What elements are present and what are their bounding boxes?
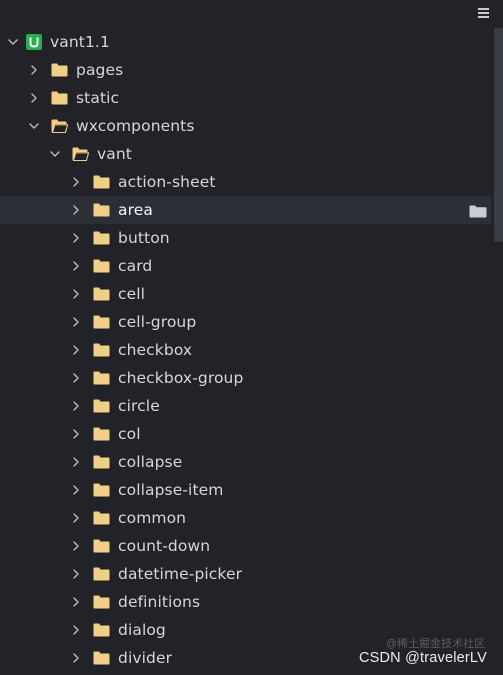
- reveal-in-folder-icon[interactable]: [469, 204, 487, 218]
- tree-item-label: wxcomponents: [76, 117, 195, 135]
- folder-icon: [51, 91, 68, 105]
- tree-item-label: collapse: [118, 453, 183, 471]
- tree-item-label: area: [118, 201, 153, 219]
- tree-item-card[interactable]: card: [0, 252, 491, 280]
- chevron-right-icon[interactable]: [70, 428, 82, 440]
- folder-icon: [93, 175, 110, 189]
- tree-item-label: button: [118, 229, 170, 247]
- folder-icon: [93, 567, 110, 581]
- tree-item-cell[interactable]: cell: [0, 280, 491, 308]
- folder-icon: [93, 511, 110, 525]
- folder-icon: [93, 287, 110, 301]
- chevron-right-icon[interactable]: [70, 260, 82, 272]
- tree-item-label: common: [118, 509, 187, 527]
- tree-item-common[interactable]: common: [0, 504, 491, 532]
- chevron-right-icon[interactable]: [70, 344, 82, 356]
- tree-item-checkbox-group[interactable]: checkbox-group: [0, 364, 491, 392]
- tree-item-datetime-picker[interactable]: datetime-picker: [0, 560, 491, 588]
- folder-icon: [93, 399, 110, 413]
- chevron-right-icon[interactable]: [70, 176, 82, 188]
- watermark-text: CSDN @travelerLV: [358, 650, 487, 666]
- chevron-right-icon[interactable]: [70, 372, 82, 384]
- tree-item-label: circle: [118, 397, 160, 415]
- chevron-right-icon[interactable]: [70, 484, 82, 496]
- tree-item-label: cell: [118, 285, 146, 303]
- tree-item-label: cell-group: [118, 313, 197, 331]
- tree-item-area[interactable]: area: [0, 196, 491, 224]
- folder-open-icon: [51, 119, 68, 133]
- tree-item-col[interactable]: col: [0, 420, 491, 448]
- chevron-right-icon[interactable]: [70, 652, 82, 664]
- folder-icon: [93, 203, 110, 217]
- tree-item-label: action-sheet: [118, 173, 216, 191]
- folder-icon: [93, 539, 110, 553]
- chevron-down-icon[interactable]: [49, 148, 61, 160]
- tree-item-wxcomponents[interactable]: wxcomponents: [0, 112, 491, 140]
- folder-icon: [93, 651, 110, 665]
- folder-icon: [93, 427, 110, 441]
- hamburger-menu-icon[interactable]: [478, 7, 489, 19]
- chevron-right-icon[interactable]: [70, 288, 82, 300]
- explorer-header: [0, 0, 503, 28]
- tree-item-collapse-item[interactable]: collapse-item: [0, 476, 491, 504]
- folder-icon: [93, 483, 110, 497]
- tree-item-label: col: [118, 425, 141, 443]
- watermark-faint-text: @稀土掘金技术社区: [385, 638, 485, 650]
- tree-item-label: static: [76, 89, 120, 107]
- tree-item-circle[interactable]: circle: [0, 392, 491, 420]
- chevron-right-icon[interactable]: [70, 512, 82, 524]
- tree-item-label: pages: [76, 61, 124, 79]
- folder-icon: [93, 259, 110, 273]
- project-file-tree: vant1.1 pages static wxcomponents vant actio…: [0, 28, 491, 672]
- chevron-right-icon[interactable]: [70, 568, 82, 580]
- tree-scrollbar[interactable]: [494, 28, 503, 242]
- chevron-right-icon[interactable]: [28, 92, 40, 104]
- chevron-right-icon[interactable]: [70, 232, 82, 244]
- tree-item-definitions[interactable]: definitions: [0, 588, 491, 616]
- tree-item-label: vant1.1: [50, 33, 110, 51]
- chevron-right-icon[interactable]: [70, 456, 82, 468]
- tree-item-collapse[interactable]: collapse: [0, 448, 491, 476]
- tree-item-pages[interactable]: pages: [0, 56, 491, 84]
- chevron-right-icon[interactable]: [70, 316, 82, 328]
- tree-item-label: checkbox: [118, 341, 193, 359]
- tree-item-label: vant: [97, 145, 132, 163]
- tree-item-label: divider: [118, 649, 173, 667]
- tree-item-label: definitions: [118, 593, 201, 611]
- chevron-right-icon[interactable]: [70, 624, 82, 636]
- folder-icon: [93, 595, 110, 609]
- tree-project-row[interactable]: vant1.1: [0, 28, 491, 56]
- chevron-right-icon[interactable]: [70, 400, 82, 412]
- chevron-down-icon[interactable]: [28, 120, 40, 132]
- tree-item-static[interactable]: static: [0, 84, 491, 112]
- folder-icon: [93, 623, 110, 637]
- folder-icon: [93, 231, 110, 245]
- tree-item-button[interactable]: button: [0, 224, 491, 252]
- tree-item-vant[interactable]: vant: [0, 140, 491, 168]
- chevron-right-icon[interactable]: [70, 204, 82, 216]
- tree-item-label: collapse-item: [118, 481, 224, 499]
- tree-item-checkbox[interactable]: checkbox: [0, 336, 491, 364]
- folder-icon: [51, 63, 68, 77]
- chevron-right-icon[interactable]: [70, 540, 82, 552]
- tree-item-label: dialog: [118, 621, 166, 639]
- chevron-down-icon[interactable]: [7, 36, 19, 48]
- tree-item-cell-group[interactable]: cell-group: [0, 308, 491, 336]
- tree-item-label: count-down: [118, 537, 211, 555]
- uni-app-project-icon: [26, 34, 42, 50]
- chevron-right-icon[interactable]: [70, 596, 82, 608]
- tree-item-label: card: [118, 257, 153, 275]
- tree-item-label: checkbox-group: [118, 369, 244, 387]
- tree-item-action-sheet[interactable]: action-sheet: [0, 168, 491, 196]
- folder-open-icon: [72, 147, 89, 161]
- folder-icon: [93, 343, 110, 357]
- folder-icon: [93, 455, 110, 469]
- folder-icon: [93, 315, 110, 329]
- folder-icon: [93, 371, 110, 385]
- tree-item-label: datetime-picker: [118, 565, 243, 583]
- tree-item-count-down[interactable]: count-down: [0, 532, 491, 560]
- chevron-right-icon[interactable]: [28, 64, 40, 76]
